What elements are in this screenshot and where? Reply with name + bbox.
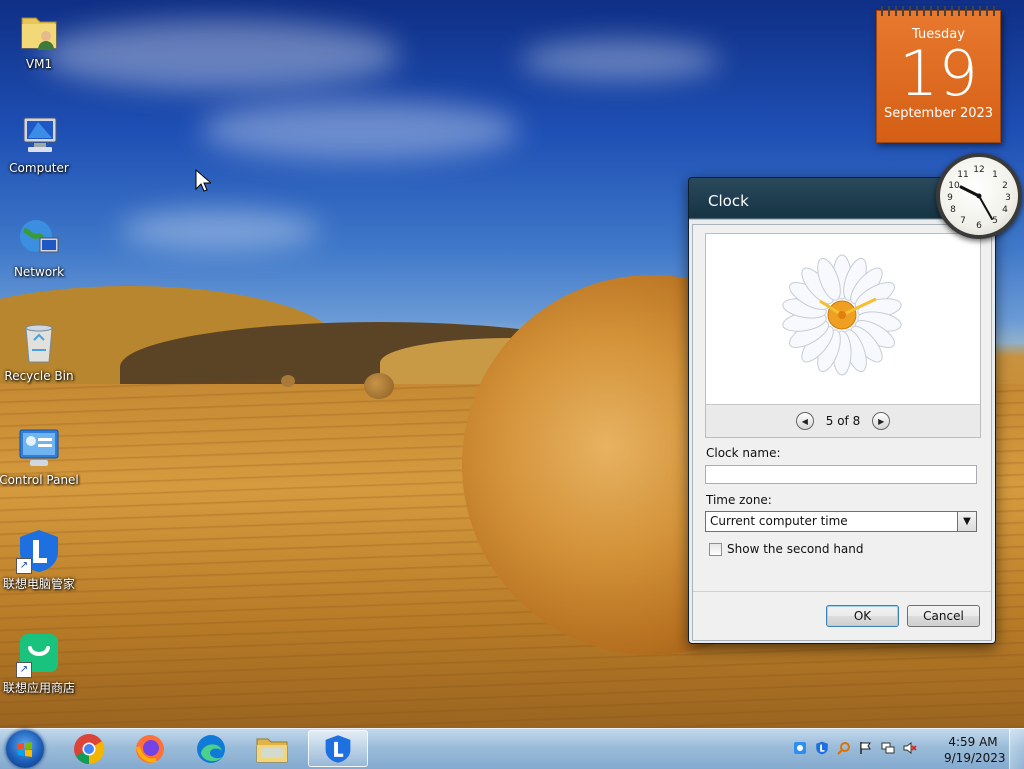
time-zone-label: Time zone: [706, 493, 772, 507]
desktop-icon-label: 联想应用商店 [2, 681, 75, 695]
taskbar-date: 9/19/2023 [944, 751, 1006, 765]
clock-name-input[interactable] [705, 465, 977, 484]
chevron-down-icon[interactable]: ▼ [957, 512, 976, 531]
volume-muted-icon[interactable] [902, 740, 918, 756]
control-panel-icon [16, 424, 62, 470]
taskbar-firefox[interactable] [123, 730, 177, 767]
time-zone-value: Current computer time [710, 514, 848, 528]
lenovo-manager-icon: ↗ [16, 528, 62, 574]
file-explorer-icon [256, 738, 288, 762]
search-tray-icon[interactable] [836, 740, 852, 756]
taskbar: 4:59 AM 9/19/2023 [0, 728, 1024, 769]
edge-icon [197, 734, 225, 763]
clock-gadget[interactable]: 12 1 2 345 678 9 10 11 [936, 153, 1022, 239]
desktop-icon-computer[interactable]: Computer [0, 112, 79, 175]
hay-bale-small [281, 375, 295, 387]
svg-text:3: 3 [1005, 193, 1011, 203]
user-folder-icon [16, 8, 62, 54]
svg-text:9: 9 [947, 193, 953, 203]
mouse-pointer-icon [195, 169, 211, 192]
calendar-day-number: 19 [899, 37, 978, 110]
taskbar-time: 4:59 AM [948, 735, 998, 749]
footer-divider [693, 591, 991, 592]
desktop-icon-label: 联想电脑管家 [2, 577, 75, 591]
desktop-icon-recycle-bin[interactable]: Recycle Bin [0, 320, 79, 383]
ok-button[interactable]: OK [826, 605, 899, 627]
chrome-icon [74, 733, 105, 764]
lenovo-manager-icon [325, 734, 351, 763]
clock-settings-dialog: Clock ◀ 5 of 8 ▶ Clock name: Time zone: … [688, 177, 996, 644]
start-button[interactable] [6, 730, 44, 768]
dialog-body: ◀ 5 of 8 ▶ Clock name: Time zone: Curren… [692, 224, 992, 641]
svg-text:8: 8 [950, 205, 956, 215]
shortcut-arrow-icon: ↗ [16, 662, 32, 678]
daisy-clock-icon [782, 254, 902, 376]
network-icon [16, 216, 62, 262]
cloud [200, 100, 520, 160]
lenovo-manager-tray-icon[interactable] [814, 740, 830, 756]
dialog-title: Clock [708, 192, 749, 210]
cancel-button[interactable]: Cancel [907, 605, 980, 627]
windows-logo-icon [18, 742, 32, 757]
taskbar-file-explorer[interactable] [245, 730, 299, 767]
svg-text:1: 1 [992, 170, 998, 180]
cloud [520, 40, 720, 80]
taskbar-lenovo-manager[interactable] [308, 730, 368, 767]
taskbar-edge[interactable] [184, 730, 238, 767]
second-hand-label: Show the second hand [727, 542, 864, 556]
lenovo-store-icon: ↗ [16, 632, 62, 678]
desktop-icon-label: VM1 [25, 57, 53, 71]
clock-style-pager: ◀ 5 of 8 ▶ [705, 404, 981, 438]
previous-arrow-icon[interactable]: ◀ [795, 412, 814, 430]
desktop-icon-lenovo-manager[interactable]: ↗ 联想电脑管家 [0, 528, 79, 591]
svg-text:12: 12 [973, 165, 984, 175]
desktop-icon-network[interactable]: Network [0, 216, 79, 279]
desktop-icon-label: Computer [9, 161, 69, 175]
hay-bale-medium [364, 373, 394, 399]
show-desktop-button[interactable] [1009, 729, 1024, 769]
svg-text:6: 6 [976, 221, 982, 231]
pager-text: 5 of 8 [825, 414, 861, 428]
analog-clock-icon: 12 12 345 678 91011 [947, 165, 1011, 231]
time-zone-select[interactable]: Current computer time ▼ [705, 511, 977, 532]
shortcut-arrow-icon: ↗ [16, 558, 32, 574]
desktop-icon-label: Recycle Bin [4, 369, 74, 383]
computer-icon [16, 112, 62, 158]
calendar-rings [881, 6, 996, 16]
lenovo-shield-tray-icon[interactable] [792, 740, 808, 756]
taskbar-clock[interactable]: 4:59 AM 9/19/2023 [944, 734, 1006, 766]
desktop-icon-lenovo-store[interactable]: ↗ 联想应用商店 [0, 632, 79, 695]
cloud [40, 20, 400, 90]
desktop-icon-label: Network [13, 265, 65, 279]
second-hand-option[interactable]: Show the second hand [709, 542, 864, 556]
cloud [120, 210, 320, 250]
svg-text:4: 4 [1002, 205, 1008, 215]
network-tray-icon[interactable] [880, 740, 896, 756]
calendar-month-year: September 2023 [883, 106, 994, 121]
system-tray [792, 737, 918, 759]
recycle-bin-icon [16, 320, 62, 366]
desktop-icon-control-panel[interactable]: Control Panel [0, 424, 79, 487]
firefox-icon [136, 734, 164, 763]
svg-text:5: 5 [992, 216, 998, 226]
desktop-icon-vm1[interactable]: VM1 [0, 8, 79, 71]
taskbar-chrome[interactable] [62, 730, 116, 767]
desktop-icon-label: Control Panel [0, 473, 79, 487]
second-hand-checkbox[interactable] [709, 542, 722, 556]
calendar-gadget[interactable]: Tuesday 19 September 2023 [876, 6, 1001, 143]
svg-text:7: 7 [960, 216, 966, 226]
svg-text:11: 11 [957, 170, 968, 180]
svg-text:10: 10 [948, 181, 960, 191]
svg-text:2: 2 [1002, 181, 1008, 191]
action-center-flag-icon[interactable] [858, 740, 874, 756]
next-arrow-icon[interactable]: ▶ [872, 412, 891, 430]
clock-name-label: Clock name: [706, 446, 781, 460]
